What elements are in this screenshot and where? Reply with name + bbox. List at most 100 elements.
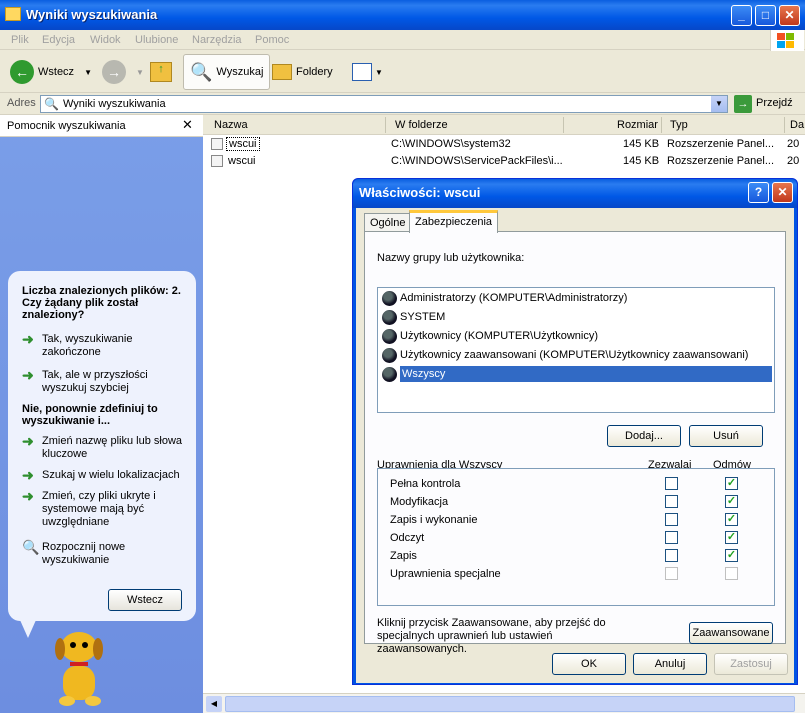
option-change-name[interactable]: ➜ Zmień nazwę pliku lub słowa kluczowe	[22, 434, 187, 461]
list-header: Nazwa W folderze Rozmiar Typ Da	[203, 115, 805, 135]
col-folder[interactable]: W folderze	[395, 119, 448, 131]
users-list[interactable]: Administratorzy (KOMPUTER\Administratorz…	[377, 287, 775, 413]
scroll-thumb[interactable]	[225, 696, 795, 712]
dialog-body: Ogólne Zabezpieczenia Nazwy grupy lub uż…	[356, 208, 794, 683]
go-button[interactable]: Przejdź	[756, 97, 793, 109]
dropdown-arrow-icon[interactable]: ▼	[375, 68, 383, 77]
forward-button[interactable]: → ▼	[102, 56, 144, 88]
add-button[interactable]: Dodaj...	[607, 425, 681, 447]
views-icon	[352, 63, 372, 81]
allow-checkbox[interactable]	[665, 477, 678, 490]
allow-checkbox[interactable]	[665, 549, 678, 562]
allow-checkbox	[665, 567, 678, 580]
dropdown-arrow-icon[interactable]: ▼	[84, 68, 92, 77]
close-button[interactable]: ✕	[779, 5, 800, 26]
search-button[interactable]: 🔍 Wyszukaj	[183, 54, 271, 90]
arrow-icon: ➜	[22, 467, 34, 483]
table-row[interactable]: wscui C:\WINDOWS\system32 145 KB Rozszer…	[203, 136, 805, 152]
advanced-button[interactable]: Zaawansowane	[689, 622, 773, 644]
permission-label: Uprawnienia specjalne	[390, 568, 501, 580]
allow-checkbox[interactable]	[665, 531, 678, 544]
back-button[interactable]: ← Wstecz ▼	[10, 56, 92, 88]
deny-checkbox[interactable]: ✓	[725, 513, 738, 526]
menu-help[interactable]: Pomoc	[255, 34, 289, 46]
col-type[interactable]: Typ	[670, 119, 688, 131]
allow-checkbox[interactable]	[665, 495, 678, 508]
address-bar: Adres 🔍 Wyniki wyszukiwania ▼ → Przejdź	[0, 93, 805, 115]
apply-button: Zastosuj	[714, 653, 788, 675]
col-date[interactable]: Da	[790, 119, 804, 131]
menu-view[interactable]: Widok	[90, 34, 121, 46]
remove-button[interactable]: Usuń	[689, 425, 763, 447]
list-item[interactable]: Użytkownicy zaawansowani (KOMPUTER\Użytk…	[382, 346, 748, 364]
minimize-button[interactable]: _	[731, 5, 752, 26]
groups-label: Nazwy grupy lub użytkownika:	[377, 252, 525, 264]
table-row[interactable]: wscui C:\WINDOWS\ServicePackFiles\i... 1…	[203, 153, 805, 169]
back-arrow-icon: ←	[10, 60, 34, 84]
users-group-icon	[382, 366, 397, 382]
permission-row: Uprawnienia specjalne	[390, 565, 774, 583]
windows-logo-icon	[770, 30, 804, 52]
option-multiple-locations[interactable]: ➜ Szukaj w wielu lokalizacjach	[22, 467, 187, 483]
permission-label: Odczyt	[390, 532, 425, 544]
allow-checkbox[interactable]	[665, 513, 678, 526]
ok-button[interactable]: OK	[552, 653, 626, 675]
horizontal-scrollbar[interactable]: ◀	[203, 693, 805, 713]
dropdown-arrow-icon[interactable]: ▼	[136, 68, 144, 77]
views-button[interactable]: ▼	[352, 56, 383, 88]
deny-checkbox[interactable]: ✓	[725, 531, 738, 544]
up-folder-button[interactable]: ↑	[150, 56, 172, 88]
assistant-back-button[interactable]: Wstecz	[108, 589, 182, 611]
dialog-close-button[interactable]: ✕	[772, 182, 793, 203]
permission-row: Modyfikacja ✓	[390, 493, 774, 511]
title-bar: Wyniki wyszukiwania _ □ ✕	[0, 0, 805, 30]
list-item[interactable]: Użytkownicy (KOMPUTER\Użytkownicy)	[382, 327, 598, 345]
permission-label: Pełna kontrola	[390, 478, 461, 490]
option-done[interactable]: ➜ Tak, wyszukiwanie zakończone	[22, 332, 182, 359]
list-item-selected[interactable]: Wszyscy	[382, 365, 772, 383]
maximize-button[interactable]: □	[755, 5, 776, 26]
tab-general[interactable]: Ogólne	[364, 213, 412, 232]
scroll-left-icon[interactable]: ◀	[206, 696, 222, 712]
menu-edit[interactable]: Edycja	[42, 34, 75, 46]
dialog-title: Właściwości: wscui	[359, 185, 481, 200]
address-dropdown-icon[interactable]: ▼	[711, 96, 727, 112]
permission-row: Zapis ✓	[390, 547, 774, 565]
option-new-search[interactable]: 🔍 Rozpocznij nowe wyszukiwanie	[22, 540, 162, 567]
option-hidden-files[interactable]: ➜ Zmień, czy pliki ukryte i systemowe maj…	[22, 488, 172, 529]
folders-button[interactable]: Foldery	[272, 56, 333, 88]
bubble-tail	[20, 620, 36, 638]
arrow-icon: ➜	[22, 488, 34, 504]
cancel-button[interactable]: Anuluj	[633, 653, 707, 675]
menu-bar: Plik Edycja Widok Ulubione Narzędzia Pom…	[0, 30, 805, 50]
deny-checkbox[interactable]: ✓	[725, 495, 738, 508]
help-button[interactable]: ?	[748, 182, 769, 203]
deny-checkbox[interactable]: ✓	[725, 477, 738, 490]
address-label: Adres	[7, 97, 36, 109]
toolbar: ← Wstecz ▼ → ▼ ↑ 🔍 Wyszukaj Foldery ▼	[0, 51, 805, 93]
file-icon	[211, 138, 223, 150]
address-input[interactable]: 🔍 Wyniki wyszukiwania ▼	[40, 95, 728, 113]
users-group-icon	[382, 309, 397, 325]
arrow-icon: ➜	[22, 367, 34, 383]
tab-security[interactable]: Zabezpieczenia	[409, 210, 499, 233]
search-dog-icon[interactable]	[55, 632, 105, 712]
list-item[interactable]: SYSTEM	[382, 308, 445, 326]
col-size[interactable]: Rozmiar	[617, 119, 658, 131]
advanced-hint: Kliknij przycisk Zaawansowane, aby przej…	[377, 617, 606, 655]
window-title: Wyniki wyszukiwania	[26, 7, 158, 22]
go-arrow-icon[interactable]: →	[734, 95, 752, 113]
option-faster[interactable]: ➜ Tak, ale w przyszłości wyszukuj szybcie…	[22, 367, 182, 395]
permission-row: Zapis i wykonanie ✓	[390, 511, 774, 529]
deny-checkbox[interactable]: ✓	[725, 549, 738, 562]
permission-label: Zapis	[390, 550, 417, 562]
menu-tools[interactable]: Narzędzia	[192, 34, 242, 46]
col-name[interactable]: Nazwa	[214, 119, 248, 131]
list-item[interactable]: Administratorzy (KOMPUTER\Administratorz…	[382, 289, 627, 307]
menu-file[interactable]: Plik	[11, 34, 29, 46]
file-icon	[211, 155, 223, 167]
search-icon: 🔍	[190, 61, 213, 82]
close-pane-icon[interactable]: ✕	[182, 117, 193, 133]
deny-checkbox	[725, 567, 738, 580]
menu-favorites[interactable]: Ulubione	[135, 34, 178, 46]
